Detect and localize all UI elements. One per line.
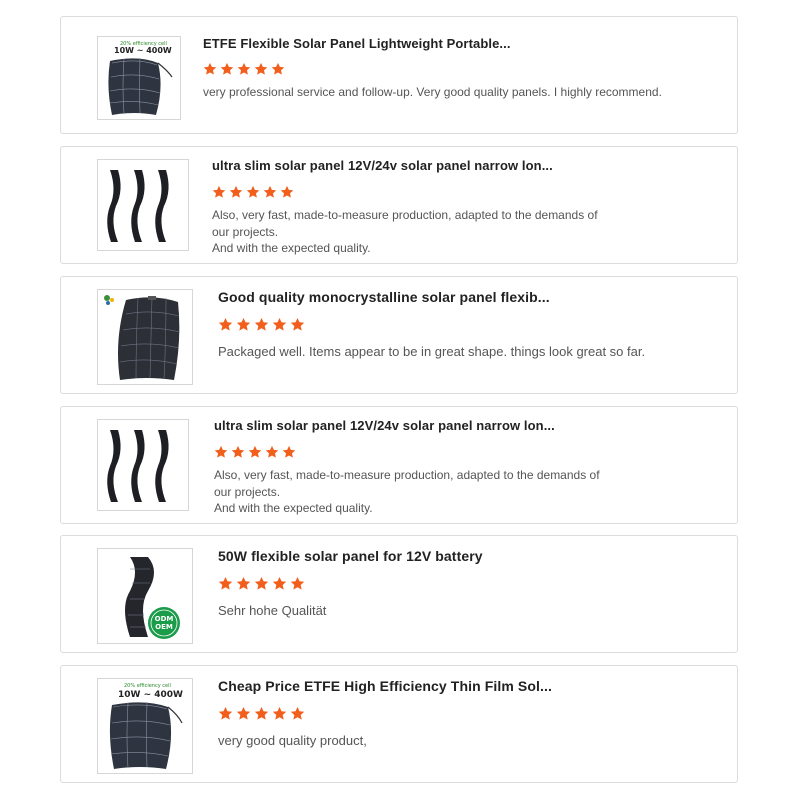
review-comment-line: Sehr hohe Qualität <box>218 603 327 618</box>
star-icon <box>254 62 268 76</box>
star-rating <box>212 185 294 199</box>
review-card[interactable]: ultra slim solar panel 12V/24v solar pan… <box>60 406 738 524</box>
star-icon <box>272 317 287 332</box>
star-rating <box>203 62 285 76</box>
star-rating <box>218 706 305 721</box>
star-icon <box>231 445 245 459</box>
star-icon <box>254 576 269 591</box>
review-comment: Also, very fast, made-to-measure product… <box>214 467 600 517</box>
review-comment-line: very professional service and follow-up.… <box>203 85 662 99</box>
star-rating <box>218 317 305 332</box>
review-comment-line: Also, very fast, made-to-measure product… <box>212 208 598 222</box>
product-thumbnail[interactable]: 20% efficiency cell 10W ~ 400W <box>97 678 193 774</box>
review-comment: Also, very fast, made-to-measure product… <box>212 207 598 257</box>
review-comment-line: our projects. <box>212 224 279 239</box>
star-icon <box>272 576 287 591</box>
brand-logo <box>104 295 114 305</box>
star-rating <box>218 576 305 591</box>
review-product-title[interactable]: 50W flexible solar panel for 12V battery <box>218 548 483 564</box>
product-thumbnail[interactable] <box>97 419 189 511</box>
star-icon <box>254 317 269 332</box>
review-product-title[interactable]: ultra slim solar panel 12V/24v solar pan… <box>212 158 553 173</box>
product-thumbnail[interactable] <box>97 159 189 251</box>
svg-text:OEM: OEM <box>155 623 173 631</box>
star-icon <box>236 576 251 591</box>
svg-text:20% efficiency cell: 20% efficiency cell <box>124 683 171 689</box>
star-icon <box>280 185 294 199</box>
review-comment-line: And with the expected quality. <box>214 501 373 515</box>
star-icon <box>290 576 305 591</box>
review-card[interactable]: 20% efficiency cell 10W ~ 400W Cheap Pri… <box>60 665 738 783</box>
star-icon <box>265 445 279 459</box>
star-icon <box>212 185 226 199</box>
star-icon <box>236 317 251 332</box>
star-icon <box>272 706 287 721</box>
odm-oem-badge-icon: ODM OEM <box>148 607 180 639</box>
review-comment-line: And with the expected quality. <box>212 241 371 255</box>
review-product-title[interactable]: ETFE Flexible Solar Panel Lightweight Po… <box>203 36 511 51</box>
star-icon <box>263 185 277 199</box>
star-icon <box>271 62 285 76</box>
star-icon <box>246 185 260 199</box>
star-icon <box>214 445 228 459</box>
review-comment: Packaged well. Items appear to be in gre… <box>218 343 645 360</box>
star-rating <box>214 445 296 459</box>
svg-text:10W ~ 400W: 10W ~ 400W <box>118 690 183 700</box>
product-thumbnail[interactable]: 20% efficiency cell 10W ~ 400W <box>97 36 181 120</box>
product-thumbnail[interactable]: ODM OEM <box>97 548 193 644</box>
star-icon <box>282 445 296 459</box>
star-icon <box>236 706 251 721</box>
review-comment: very good quality product, <box>218 732 367 749</box>
star-icon <box>237 62 251 76</box>
review-comment: Sehr hohe Qualität <box>218 602 326 619</box>
star-icon <box>203 62 217 76</box>
review-product-title[interactable]: Good quality monocrystalline solar panel… <box>218 289 550 305</box>
star-icon <box>218 706 233 721</box>
review-card[interactable]: ultra slim solar panel 12V/24v solar pan… <box>60 146 738 264</box>
review-card[interactable]: ODM OEM 50W flexible solar panel for 12V… <box>60 535 738 653</box>
star-icon <box>254 706 269 721</box>
review-comment-line: Packaged well. Items appear to be in gre… <box>218 344 646 359</box>
review-product-title[interactable]: Cheap Price ETFE High Efficiency Thin Fi… <box>218 678 552 694</box>
review-product-title[interactable]: ultra slim solar panel 12V/24v solar pan… <box>214 418 555 433</box>
product-thumbnail[interactable] <box>97 289 193 385</box>
svg-text:ODM: ODM <box>155 615 174 623</box>
star-icon <box>229 185 243 199</box>
star-icon <box>248 445 262 459</box>
review-comment-line: Also, very fast, made-to-measure product… <box>214 468 600 482</box>
review-card[interactable]: 20% efficiency cell 10W ~ 400W ETFE Flex… <box>60 16 738 134</box>
review-comment: very professional service and follow-up.… <box>203 84 662 101</box>
svg-text:10W ~ 400W: 10W ~ 400W <box>114 46 172 55</box>
star-icon <box>218 317 233 332</box>
review-comment-line: very good quality product, <box>218 733 367 748</box>
star-icon <box>218 576 233 591</box>
star-icon <box>220 62 234 76</box>
star-icon <box>290 706 305 721</box>
review-comment-line: our projects. <box>214 484 281 499</box>
star-icon <box>290 317 305 332</box>
review-card[interactable]: Good quality monocrystalline solar panel… <box>60 276 738 394</box>
